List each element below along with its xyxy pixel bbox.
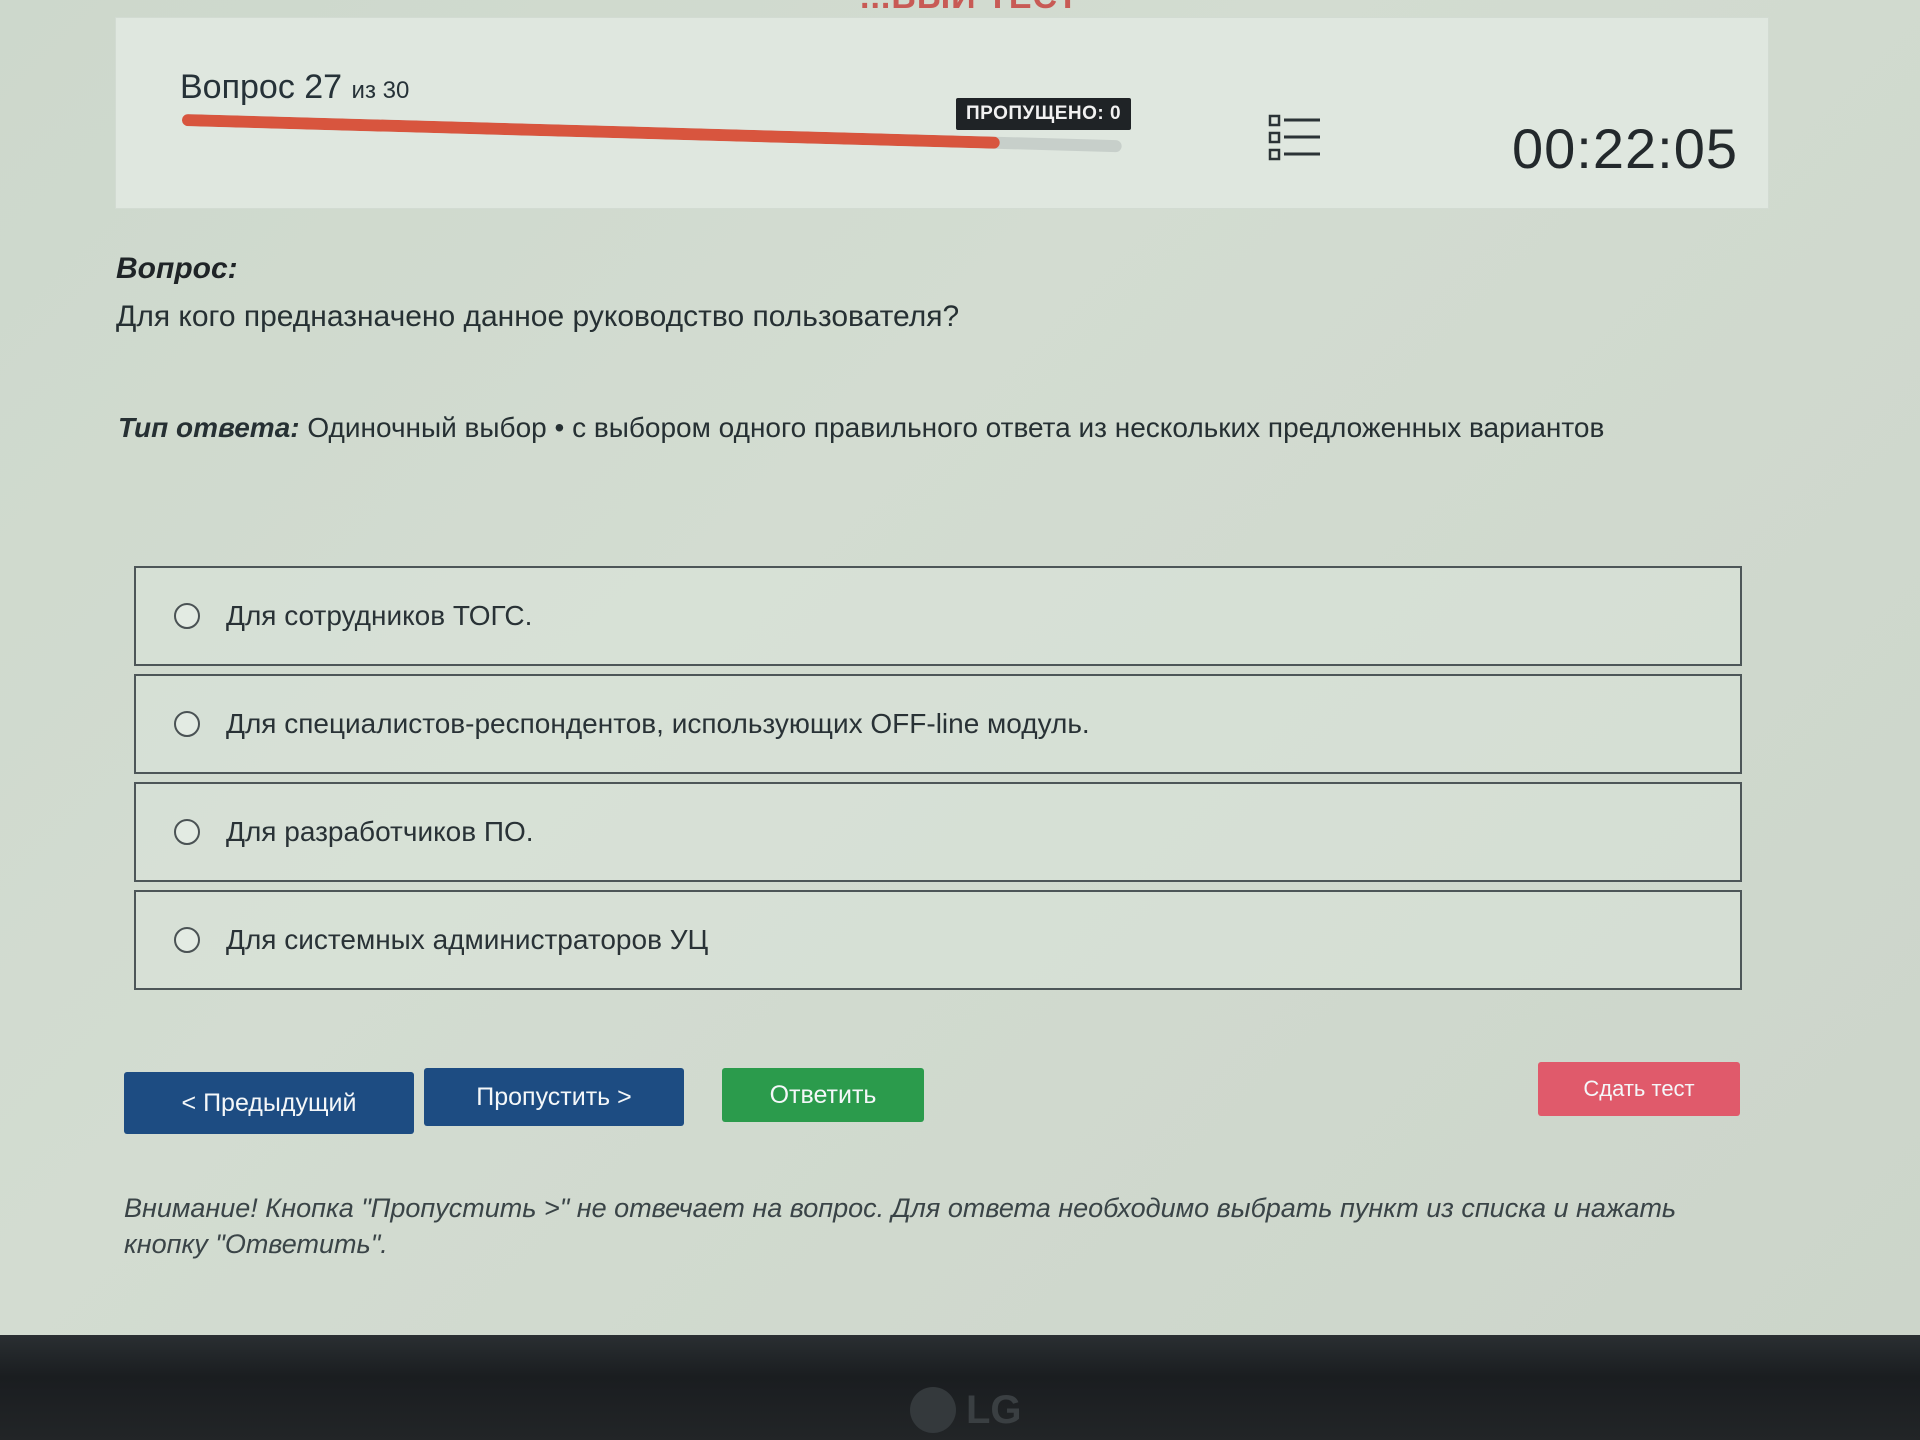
brand-logo-icon <box>910 1387 956 1433</box>
radio-button[interactable] <box>174 819 200 845</box>
warning-note: Внимание! Кнопка "Пропустить >" не отвеч… <box>124 1193 1677 1259</box>
radio-button[interactable] <box>174 711 200 737</box>
previous-button[interactable]: < Предыдущий <box>124 1072 414 1134</box>
brand-logo-text: LG <box>966 1387 1022 1432</box>
radio-button[interactable] <box>174 603 200 629</box>
question-counter: Вопрос 27 из 30 <box>180 68 409 107</box>
answer-type-value: Одиночный выбор • с выбором одного прави… <box>307 412 1605 443</box>
answer-type-label: Тип ответа: <box>118 412 300 443</box>
answer-option-label: Для специалистов-респондентов, использую… <box>226 708 1090 739</box>
question-total: из 30 <box>351 77 410 104</box>
page-title-partial: ...ВЫЙ ТЕСТ <box>860 0 1079 17</box>
skip-button[interactable]: Пропустить > <box>424 1068 684 1126</box>
question-list-icon[interactable] <box>1266 110 1326 166</box>
answer-option-label: Для системных администраторов УЦ <box>226 924 709 955</box>
answer-type: Тип ответа: Одиночный выбор • с выбором … <box>118 412 1604 444</box>
question-number: Вопрос 27 <box>180 68 343 106</box>
monitor-screen: ...ВЫЙ ТЕСТ Вопрос 27 из 30 ПРОПУЩЕНО: 0… <box>0 0 1920 1335</box>
question-label: Вопрос: <box>116 252 238 285</box>
answer-option-label: Для сотрудников ТОГС. <box>226 600 533 631</box>
answer-option[interactable]: Для системных администраторов УЦ <box>134 890 1742 990</box>
answer-options: Для сотрудников ТОГС. Для специалистов-р… <box>134 566 1742 998</box>
submit-test-button[interactable]: Сдать тест <box>1538 1062 1740 1116</box>
countdown-timer: 00:22:05 <box>1512 117 1738 180</box>
answer-option[interactable]: Для специалистов-респондентов, использую… <box>134 674 1742 774</box>
question-text: Для кого предназначено данное руководств… <box>116 300 960 333</box>
radio-button[interactable] <box>174 927 200 953</box>
answer-button[interactable]: Ответить <box>722 1068 924 1122</box>
answer-option[interactable]: Для сотрудников ТОГС. <box>134 566 1742 666</box>
progress-bar-fill <box>181 114 1000 149</box>
monitor-brand-logo: LG <box>910 1385 1050 1435</box>
test-header-panel: Вопрос 27 из 30 ПРОПУЩЕНО: 0 00:22:05 <box>116 18 1768 208</box>
answer-option-label: Для разработчиков ПО. <box>226 816 534 847</box>
answer-option[interactable]: Для разработчиков ПО. <box>134 782 1742 882</box>
skipped-count-badge: ПРОПУЩЕНО: 0 <box>956 98 1132 130</box>
